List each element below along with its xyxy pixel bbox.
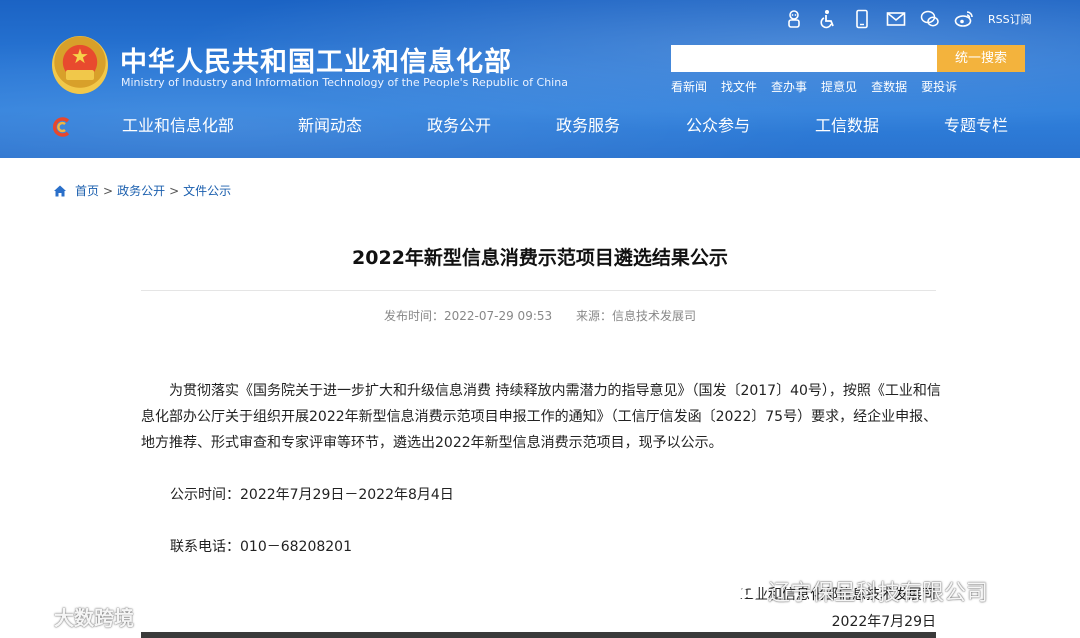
watermark-right-text: 辽宁保呈科技有限公司 <box>768 581 989 606</box>
bottom-bar <box>141 632 936 638</box>
title-divider <box>141 290 936 291</box>
wechat-watermark-icon <box>731 580 758 602</box>
accessibility-icon[interactable] <box>816 8 840 30</box>
breadcrumb: 首页 > 政务公开 > 文件公示 <box>53 182 231 199</box>
watermark-right: 辽宁保呈科技有限公司 <box>730 575 988 607</box>
article-source: 来源：信息技术发展司 <box>575 309 696 323</box>
site-title: 中华人民共和国工业和信息化部 <box>120 47 512 78</box>
breadcrumb-separator: > <box>169 183 180 198</box>
quick-link-news[interactable]: 看新闻 <box>671 78 707 95</box>
breadcrumb-file-notice[interactable]: 文件公示 <box>183 182 231 199</box>
breadcrumb-separator: > <box>103 183 114 198</box>
search-input[interactable] <box>671 45 937 72</box>
rss-link[interactable]: RSS订阅 <box>988 11 1032 27</box>
nav-item-gov-affairs[interactable]: 政务公开 <box>427 104 491 148</box>
nav-item-public[interactable]: 公众参与 <box>686 104 750 148</box>
breadcrumb-gov-affairs[interactable]: 政务公开 <box>117 182 165 199</box>
site-subtitle: Ministry of Industry and Information Tec… <box>121 76 568 89</box>
nav-item-gov-services[interactable]: 政务服务 <box>556 104 620 148</box>
contact-phone: 联系电话：010－68208201 <box>170 539 352 555</box>
quick-link-feedback[interactable]: 提意见 <box>821 78 857 95</box>
nav-item-ministry[interactable]: 工业和信息化部 <box>122 104 234 148</box>
top-icon-bar: RSS订阅 <box>782 8 1032 30</box>
breadcrumb-home[interactable]: 首页 <box>75 182 99 199</box>
mail-icon[interactable] <box>884 8 908 30</box>
publish-time: 发布时间：2022-07-29 09:53 <box>384 309 553 323</box>
notice-period: 公示时间：2022年7月29日－2022年8月4日 <box>170 487 454 503</box>
article-title: 2022年新型信息消费示范项目遴选结果公示 <box>352 247 728 269</box>
signature-date: 2022年7月29日 <box>831 614 936 630</box>
watermark-logo-icon <box>9 607 45 625</box>
quick-link-complaint[interactable]: 要投诉 <box>921 78 957 95</box>
nav-item-news[interactable]: 新闻动态 <box>298 104 362 148</box>
article-paragraph: 为贯彻落实《国务院关于进一步扩大和升级信息消费 持续释放内需潜力的指导意见》（国… <box>141 383 941 451</box>
quick-links: 看新闻 找文件 查办事 提意见 查数据 要投诉 <box>671 78 971 95</box>
quick-link-files[interactable]: 找文件 <box>721 78 757 95</box>
robot-icon[interactable] <box>782 8 806 30</box>
ministry-logo-icon[interactable] <box>51 116 73 138</box>
wechat-icon[interactable] <box>918 8 942 30</box>
watermark-left: 大数跨境 <box>8 602 134 631</box>
quick-link-data[interactable]: 查数据 <box>871 78 907 95</box>
watermark-left-text: 大数跨境 <box>54 606 134 630</box>
nav-item-data[interactable]: 工信数据 <box>815 104 879 148</box>
article-meta: 发布时间：2022-07-29 09:53 来源：信息技术发展司 <box>0 307 1080 324</box>
home-icon[interactable] <box>53 184 67 198</box>
nav-item-topics[interactable]: 专题专栏 <box>944 104 1008 148</box>
weibo-icon[interactable] <box>952 8 976 30</box>
site-header: ★ 中华人民共和国工业和信息化部 Ministry of Industry an… <box>0 0 1080 158</box>
quick-link-services[interactable]: 查办事 <box>771 78 807 95</box>
main-nav: 工业和信息化部 新闻动态 政务公开 政务服务 公众参与 工信数据 专题专栏 <box>90 104 1050 148</box>
mobile-icon[interactable] <box>850 8 874 30</box>
national-emblem-icon: ★ <box>52 36 108 94</box>
search-button[interactable]: 统一搜索 <box>937 45 1025 72</box>
